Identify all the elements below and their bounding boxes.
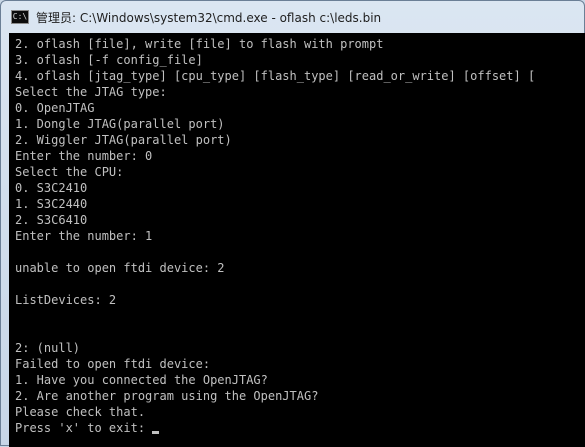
console-line: unable to open ftdi device: 2 xyxy=(15,261,225,275)
console-line: 0. OpenJTAG xyxy=(15,101,95,115)
console-line: Failed to open ftdi device: xyxy=(15,357,211,371)
prompt-text: Press 'x' to exit: xyxy=(15,421,153,435)
console-line: ListDevices: 2 xyxy=(15,293,117,307)
console-line: Enter the number: 0 xyxy=(15,149,153,163)
console-line: Please check that. xyxy=(15,405,146,419)
console-line: 4. oflash [jtag_type] [cpu_type] [flash_… xyxy=(15,69,536,83)
console-line: 2. Are another program using the OpenJTA… xyxy=(15,389,319,403)
console-line: Select the CPU: xyxy=(15,165,124,179)
console-line: 1. Dongle JTAG(parallel port) xyxy=(15,117,225,131)
console-line: 2. oflash [file], write [file] to flash … xyxy=(15,37,384,51)
console-line: 2: (null) xyxy=(15,341,81,355)
console-line: 2. S3C6410 xyxy=(15,213,88,227)
console-prompt-line[interactable]: Press 'x' to exit: xyxy=(15,420,585,436)
console-line: Enter the number: 1 xyxy=(15,229,153,243)
title-bar[interactable]: C:\ 管理员: C:\Windows\system32\cmd.exe - o… xyxy=(1,1,584,33)
console-line: 3. oflash [-f config_file] xyxy=(15,53,203,67)
console-line: 1. Have you connected the OpenJTAG? xyxy=(15,373,268,387)
console-output[interactable]: 2. oflash [file], write [file] to flash … xyxy=(9,33,585,447)
console-line: 2. Wiggler JTAG(parallel port) xyxy=(15,133,232,147)
console-line: 0. S3C2410 xyxy=(15,181,88,195)
window-title: 管理员: C:\Windows\system32\cmd.exe - oflas… xyxy=(36,10,382,25)
text-cursor xyxy=(152,431,160,434)
cmd-icon[interactable]: C:\ xyxy=(11,10,29,24)
console-line: Select the JTAG type: xyxy=(15,85,167,99)
console-line: 1. S3C2440 xyxy=(15,197,88,211)
cmd-window: C:\ 管理员: C:\Windows\system32\cmd.exe - o… xyxy=(0,0,585,447)
